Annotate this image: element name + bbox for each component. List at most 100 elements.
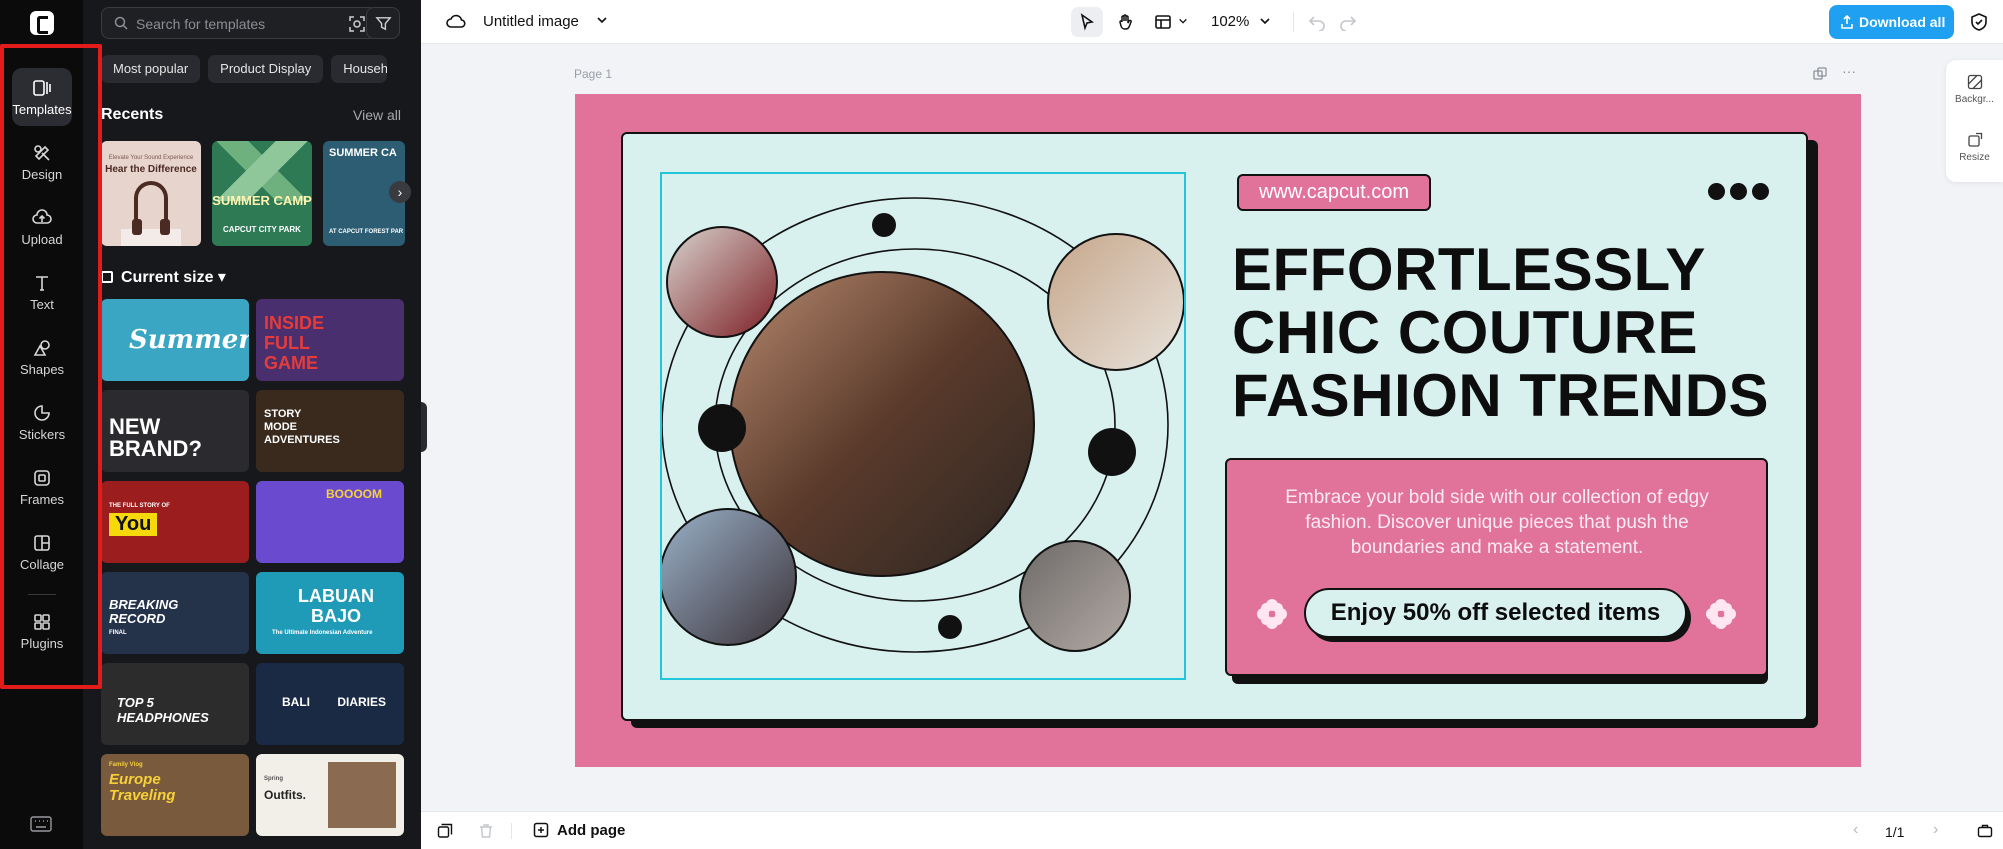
filter-icon bbox=[375, 17, 392, 31]
template-kicker: Family Vlog bbox=[109, 762, 143, 768]
keyboard-icon[interactable] bbox=[30, 816, 52, 832]
rail-item-upload[interactable]: Upload bbox=[12, 198, 72, 256]
cloud-icon[interactable] bbox=[445, 12, 467, 30]
template-tile[interactable]: Summer bbox=[101, 299, 249, 381]
template-title: SUMMER CA bbox=[329, 147, 397, 159]
document-title[interactable]: Untitled image bbox=[483, 13, 579, 30]
cta-button[interactable]: Enjoy 50% off selected items bbox=[1304, 588, 1687, 638]
template-tile[interactable]: BALI DIARIES bbox=[256, 663, 404, 745]
template-title: SUMMER CAMP bbox=[212, 193, 312, 208]
flower-icon bbox=[1706, 599, 1736, 629]
chevron-right-icon[interactable]: › bbox=[389, 181, 411, 203]
rail-item-text[interactable]: Text bbox=[12, 263, 72, 321]
headphones-image bbox=[132, 181, 170, 235]
left-rail: Templates Design Upload Text Shapes Stic… bbox=[0, 0, 83, 849]
text-icon bbox=[36, 276, 48, 291]
panel-collapse-handle[interactable] bbox=[421, 402, 427, 452]
download-icon bbox=[1841, 15, 1853, 29]
shapes-icon bbox=[33, 340, 50, 356]
capcut-logo[interactable] bbox=[30, 11, 54, 35]
rail-item-design[interactable]: Design bbox=[12, 133, 72, 191]
selection-box bbox=[660, 172, 1186, 680]
template-subtitle: The Ultimate Indonesian Adventure bbox=[272, 630, 373, 636]
template-title: BOOOOM bbox=[326, 487, 382, 501]
search-placeholder: Search for templates bbox=[136, 16, 266, 32]
undo-icon[interactable] bbox=[1308, 13, 1326, 31]
mountains-image bbox=[212, 141, 312, 201]
template-kicker: THE FULL STORY OF bbox=[109, 503, 170, 509]
rail-item-frames[interactable]: Frames bbox=[12, 458, 72, 516]
background-label: Backgr... bbox=[1955, 94, 1994, 105]
rail-item-templates[interactable]: Templates bbox=[12, 68, 72, 126]
template-tile[interactable]: BOOOOM bbox=[256, 481, 404, 563]
rail-item-plugins[interactable]: Plugins bbox=[12, 602, 72, 660]
redo-icon[interactable] bbox=[1339, 13, 1357, 31]
add-page-button[interactable]: Add page bbox=[533, 822, 625, 839]
url-label[interactable]: www.capcut.com bbox=[1237, 174, 1431, 211]
template-tile[interactable]: INSIDE FULL GAME bbox=[256, 299, 404, 381]
background-button[interactable]: Backgr... bbox=[1946, 74, 2003, 105]
plugins-icon bbox=[34, 614, 50, 630]
download-all-button[interactable]: Download all bbox=[1829, 5, 1954, 39]
template-tile[interactable]: Family Vlog Europe Traveling bbox=[101, 754, 249, 836]
chip-household[interactable]: Househo bbox=[331, 55, 388, 83]
recent-template[interactable]: Elevate Your Sound Experience Hear the D… bbox=[101, 141, 201, 246]
frames-icon bbox=[34, 470, 50, 486]
template-subtitle: CAPCUT CITY PARK bbox=[223, 225, 301, 234]
briefcase-icon[interactable] bbox=[1977, 823, 1993, 839]
trash-icon[interactable] bbox=[478, 823, 494, 839]
search-icon bbox=[114, 16, 128, 30]
chevron-down-icon[interactable] bbox=[1178, 16, 1188, 26]
bottom-divider bbox=[511, 823, 512, 839]
template-tile[interactable]: Spring Outfits. bbox=[256, 754, 404, 836]
upload-icon bbox=[32, 209, 52, 224]
image-search-icon[interactable] bbox=[348, 15, 366, 33]
shield-icon[interactable] bbox=[1969, 12, 1989, 32]
templates-panel: Search for templates Most popular Product… bbox=[83, 0, 421, 849]
duplicate-page-icon[interactable] bbox=[1813, 67, 1827, 81]
promo-body-text[interactable]: Embrace your bold side with our collecti… bbox=[1262, 485, 1732, 560]
search-input[interactable]: Search for templates bbox=[101, 7, 377, 39]
recent-template[interactable]: SUMMER CAMP CAPCUT CITY PARK bbox=[212, 141, 312, 246]
rail-label: Collage bbox=[19, 557, 65, 572]
layout-icon bbox=[1155, 15, 1171, 29]
chip-product-display[interactable]: Product Display bbox=[208, 55, 324, 83]
template-tile[interactable]: NEW BRAND? bbox=[101, 390, 249, 472]
template-tile[interactable]: BREAKING RECORD FINAL bbox=[101, 572, 249, 654]
chevron-down-icon[interactable] bbox=[1259, 15, 1271, 27]
hand-tool-button[interactable] bbox=[1109, 7, 1141, 37]
toolbar-divider bbox=[1293, 12, 1294, 32]
chip-most-popular[interactable]: Most popular bbox=[101, 55, 201, 83]
more-options-icon[interactable]: ··· bbox=[1842, 64, 1856, 78]
view-all-link[interactable]: View all bbox=[353, 107, 401, 123]
page-label: Page 1 bbox=[574, 67, 613, 81]
layout-button[interactable] bbox=[1147, 7, 1179, 37]
next-page-icon[interactable]: › bbox=[1933, 822, 1945, 838]
template-tile[interactable]: LABUAN BAJO The Ultimate Indonesian Adve… bbox=[256, 572, 404, 654]
resize-icon bbox=[101, 271, 113, 283]
collage-icon bbox=[34, 535, 50, 551]
headline-text[interactable]: EFFORTLESSLY CHIC COUTURE FASHION TRENDS bbox=[1232, 238, 1792, 427]
rail-item-stickers[interactable]: Stickers bbox=[12, 393, 72, 451]
template-subtitle: FINAL bbox=[109, 630, 127, 636]
filter-button[interactable] bbox=[366, 7, 400, 39]
rail-item-shapes[interactable]: Shapes bbox=[12, 328, 72, 386]
template-subtitle: AT CAPCUT FOREST PAR bbox=[329, 229, 404, 235]
rail-divider bbox=[28, 594, 56, 595]
template-tile[interactable]: THE FULL STORY OF You bbox=[101, 481, 249, 563]
prev-page-icon[interactable]: ‹ bbox=[1853, 822, 1865, 838]
rail-item-collage[interactable]: Collage bbox=[12, 523, 72, 581]
pages-icon[interactable] bbox=[437, 823, 453, 839]
template-title: LABUAN BAJO bbox=[298, 586, 374, 626]
current-size-dropdown[interactable]: Current size ▾ bbox=[101, 267, 226, 287]
resize-button[interactable]: Resize bbox=[1946, 132, 2003, 163]
resize-icon bbox=[1967, 132, 1982, 147]
template-tile[interactable]: STORY MODE ADVENTURES bbox=[256, 390, 404, 472]
zoom-level[interactable]: 102% bbox=[1211, 13, 1249, 30]
select-tool-button[interactable] bbox=[1071, 7, 1103, 37]
chevron-down-icon[interactable] bbox=[596, 14, 608, 26]
rail-label: Upload bbox=[21, 232, 63, 247]
template-tile[interactable]: TOP 5 HEADPHONES bbox=[101, 663, 249, 745]
canvas-side-panel: Backgr... Resize bbox=[1946, 60, 2003, 182]
template-title: Hear the Difference bbox=[105, 164, 197, 175]
